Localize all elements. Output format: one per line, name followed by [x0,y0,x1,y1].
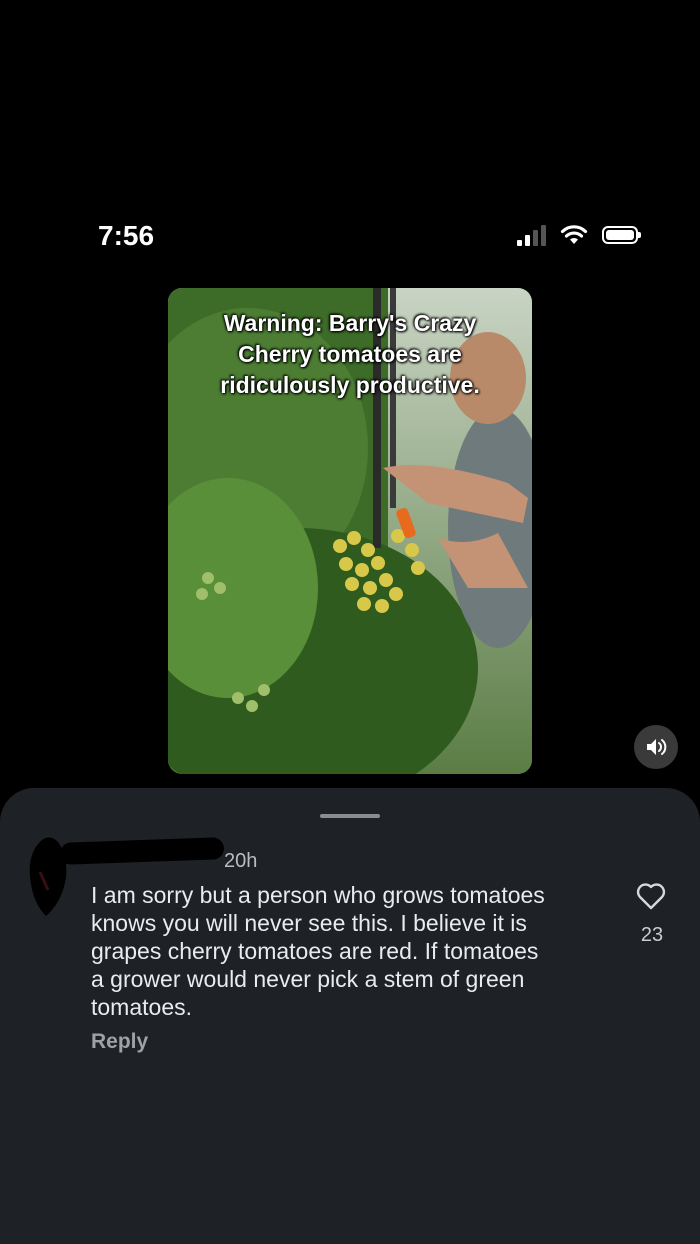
video-caption: Warning: Barry's Crazy Cherry tomatoes a… [168,308,532,401]
status-icons [517,224,641,246]
status-time: 7:56 [98,220,155,251]
speaker-volume-icon [647,739,667,755]
reply-button[interactable]: Reply [91,1030,148,1054]
comment-line: a grower would never pick a stem of gree… [91,966,525,992]
wifi-icon [560,225,588,244]
comment-line: grapes cherry tomatoes are red. If tomat… [91,938,539,964]
heart-icon[interactable] [636,882,666,910]
comment-line: knows you will never see this. I believe… [91,910,527,936]
comment-line: I am sorry but a person who grows tomato… [91,882,545,908]
comment-age: 20h [224,850,258,872]
caption-line: ridiculously productive. [220,372,480,398]
volume-button[interactable] [634,725,678,769]
comments-sheet: 20h I am sorry but a person who grows to… [0,788,700,1244]
redacted-username [59,837,225,865]
phone-screen: 7:56 Warning: Barry's Crazy Cherry tomat… [0,180,700,1244]
like-count: 23 [640,924,664,946]
comment-text: I am sorry but a person who grows tomato… [91,881,601,1021]
comment-line: tomatoes. [91,994,192,1020]
caption-line: Warning: Barry's Crazy [223,310,477,336]
drag-handle[interactable] [320,814,380,818]
video-thumbnail[interactable]: Warning: Barry's Crazy Cherry tomatoes a… [168,288,532,774]
cellular-signal-icon [517,224,546,246]
battery-icon [602,226,641,244]
caption-line: Cherry tomatoes are [238,341,462,367]
